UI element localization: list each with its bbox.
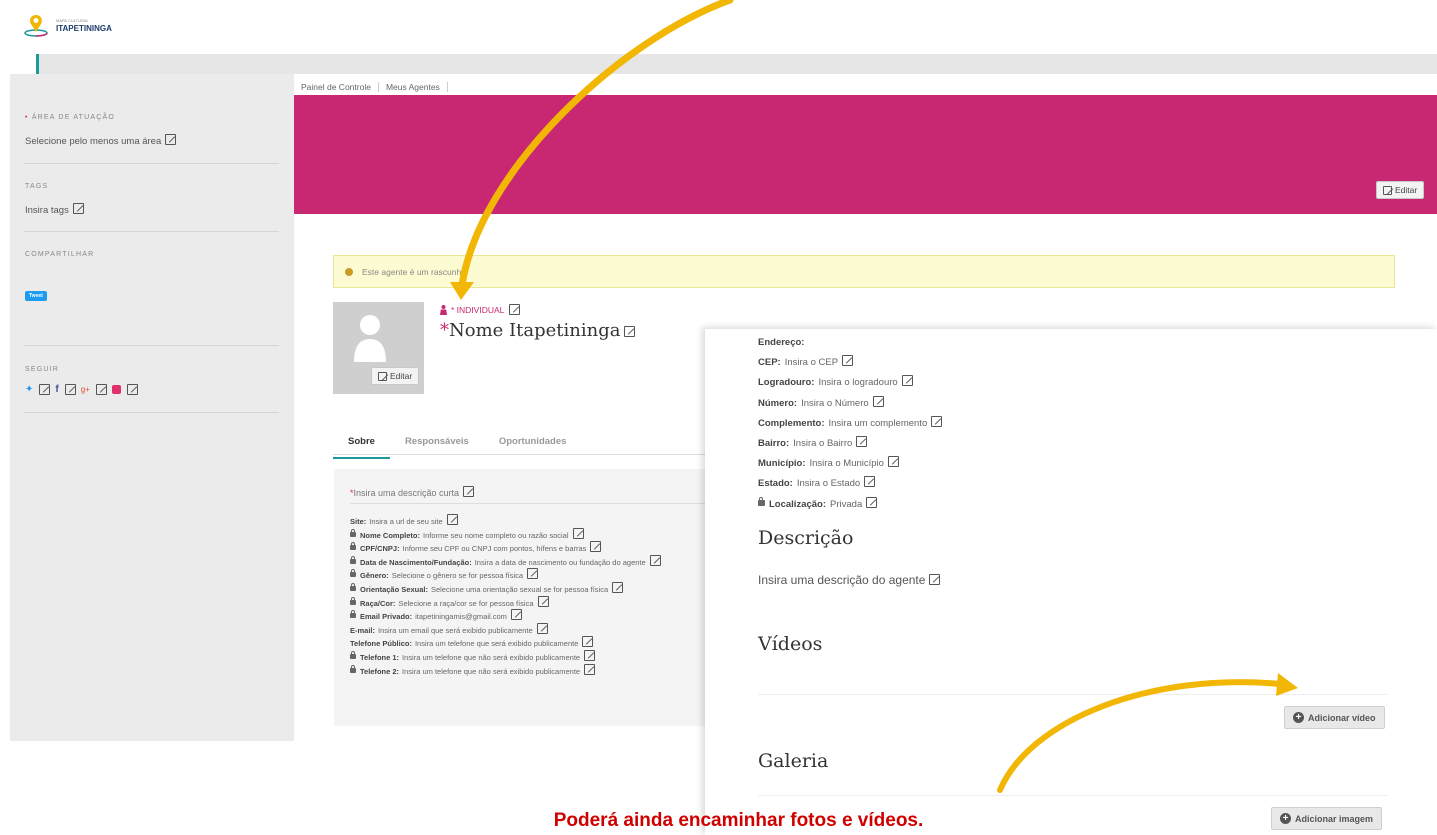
annotation-caption: Poderá ainda encaminhar fotos e vídeos.	[553, 810, 924, 831]
arrowhead-icon	[450, 282, 474, 300]
arrow-to-type	[458, 0, 734, 289]
arrow-to-videos	[997, 679, 1283, 793]
arrowhead-icon	[1276, 673, 1298, 696]
annotation-arrows	[450, 0, 1298, 793]
